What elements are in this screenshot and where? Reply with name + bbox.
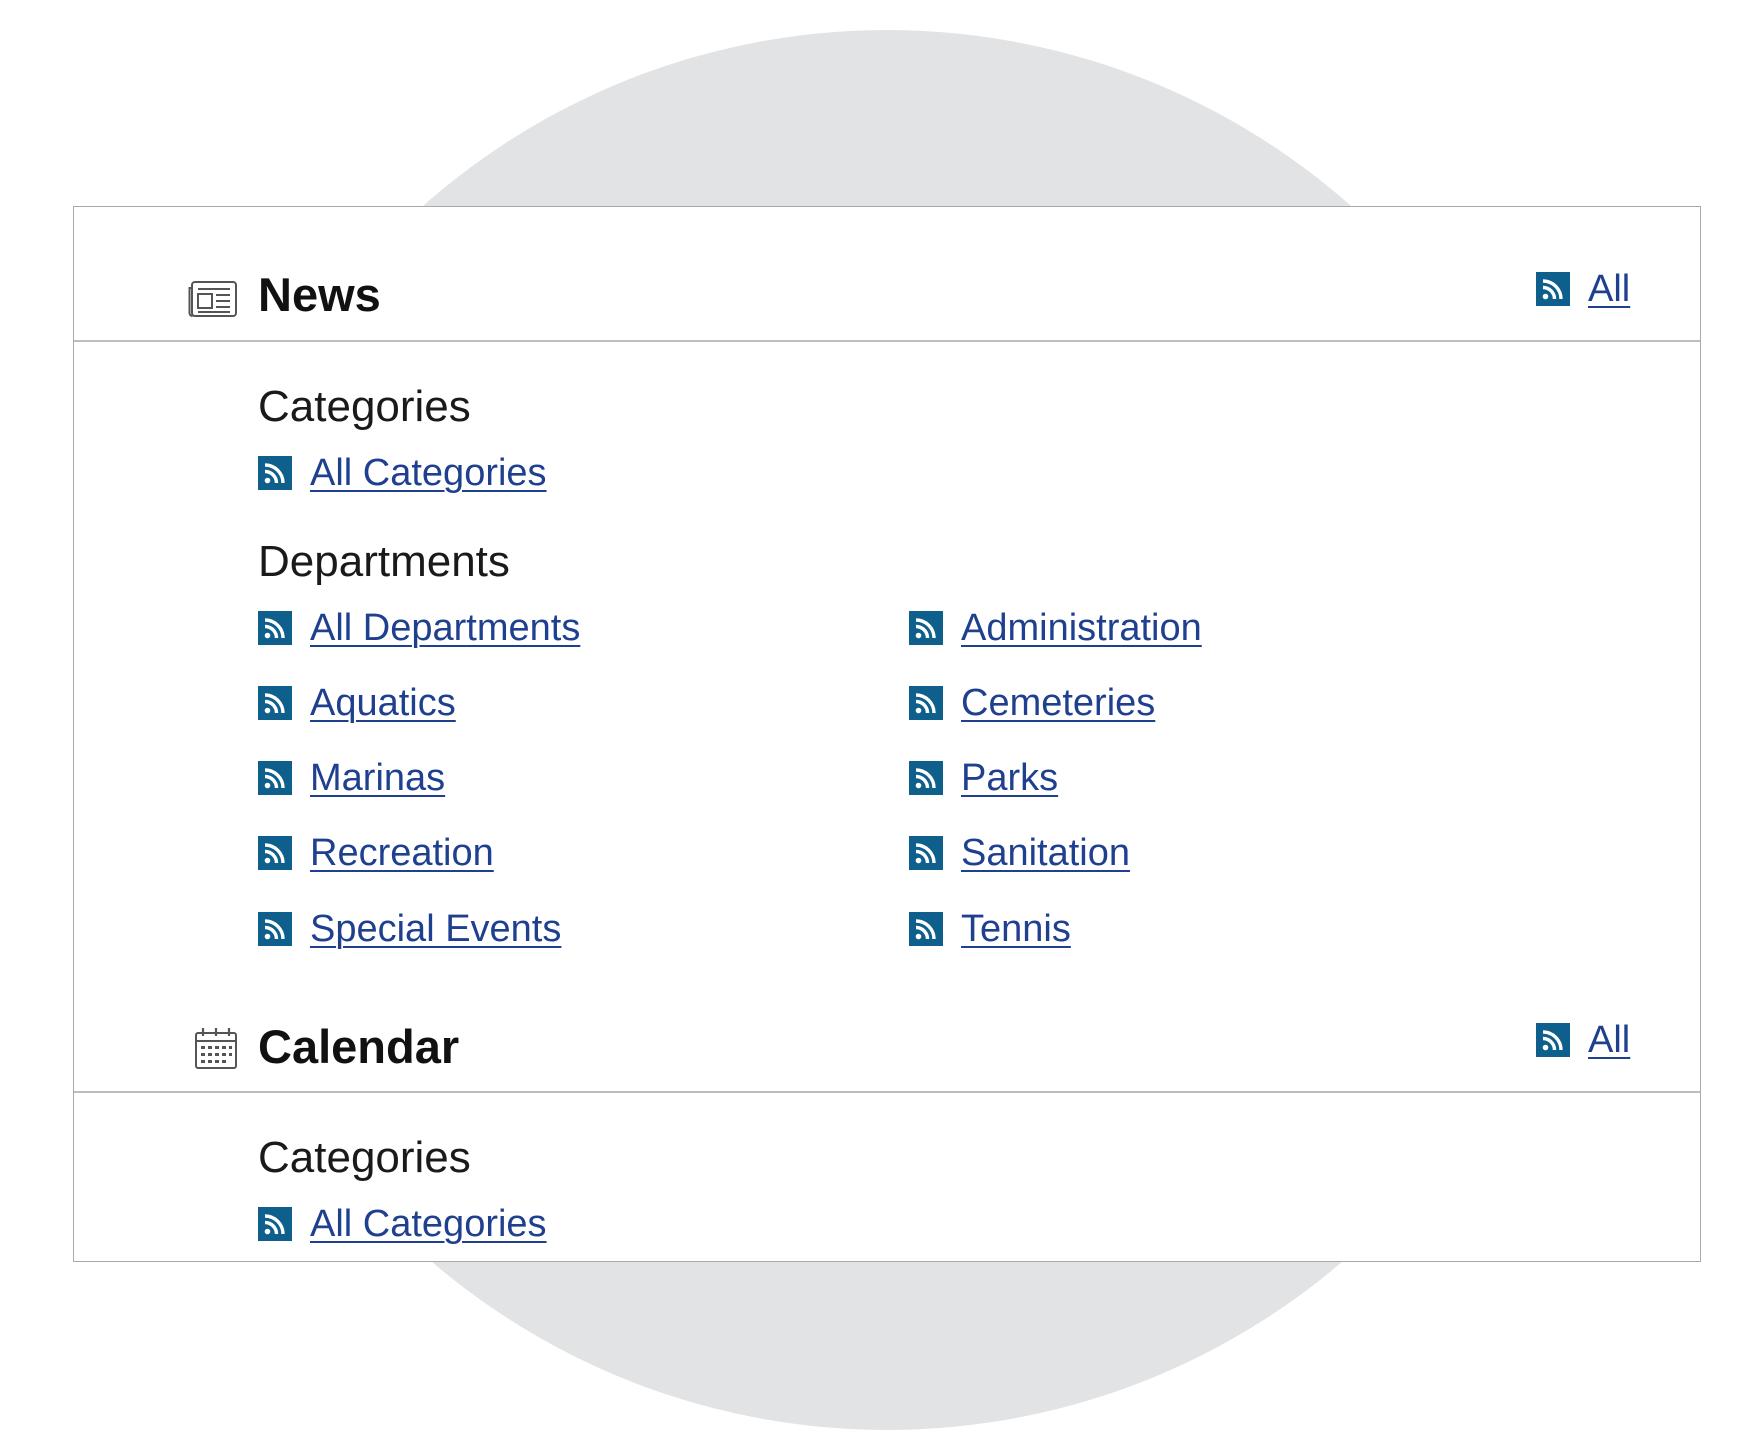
rss-icon — [909, 611, 943, 645]
rss-icon — [258, 686, 292, 720]
rss-icon — [258, 836, 292, 870]
feed-label[interactable]: Parks — [961, 759, 1058, 797]
feed-label[interactable]: Recreation — [310, 834, 494, 872]
news-departments-heading: Departments — [258, 537, 510, 586]
department-feed-link[interactable]: Special Events — [258, 910, 561, 948]
department-feed-link[interactable]: Recreation — [258, 834, 494, 872]
page: News All Categories All Categories Depar… — [0, 0, 1745, 1436]
feed-label[interactable]: Marinas — [310, 759, 445, 797]
feed-label[interactable]: Special Events — [310, 910, 561, 948]
calendar-header: Calendar All — [74, 957, 1700, 1093]
feed-label[interactable]: All Categories — [310, 1205, 547, 1243]
feed-label[interactable]: Aquatics — [310, 684, 456, 722]
feed-label[interactable]: All Categories — [310, 454, 547, 492]
rss-icon — [909, 761, 943, 795]
news-all-feed-link[interactable]: All — [1536, 270, 1630, 308]
feed-label[interactable]: Tennis — [961, 910, 1071, 948]
news-all-label[interactable]: All — [1588, 270, 1630, 308]
rss-icon — [258, 761, 292, 795]
feeds-card: News All Categories All Categories Depar… — [73, 206, 1701, 1262]
calendar-category-all-link[interactable]: All Categories — [258, 1205, 547, 1243]
rss-icon — [1536, 1023, 1570, 1057]
rss-icon — [909, 836, 943, 870]
feed-label[interactable]: Sanitation — [961, 834, 1130, 872]
calendar-categories-heading: Categories — [258, 1133, 471, 1182]
news-category-all-link[interactable]: All Categories — [258, 454, 547, 492]
calendar-title: Calendar — [258, 1020, 460, 1073]
feed-label[interactable]: Cemeteries — [961, 684, 1155, 722]
rss-icon — [909, 686, 943, 720]
calendar-all-feed-link[interactable]: All — [1536, 1021, 1630, 1059]
feed-label[interactable]: All Departments — [310, 609, 580, 647]
department-feed-link[interactable]: Administration — [909, 609, 1202, 647]
department-feed-link[interactable]: Cemeteries — [909, 684, 1155, 722]
department-feed-link[interactable]: Parks — [909, 759, 1058, 797]
rss-icon — [258, 1207, 292, 1241]
department-feed-link[interactable]: Tennis — [909, 910, 1071, 948]
department-feed-link[interactable]: Sanitation — [909, 834, 1130, 872]
rss-icon — [1536, 272, 1570, 306]
rss-icon — [258, 912, 292, 946]
calendar-all-label[interactable]: All — [1588, 1021, 1630, 1059]
rss-icon — [258, 456, 292, 490]
news-categories-heading: Categories — [258, 382, 471, 431]
department-feed-link[interactable]: All Departments — [258, 609, 580, 647]
feed-label[interactable]: Administration — [961, 609, 1202, 647]
news-title: News — [258, 268, 381, 321]
department-feed-link[interactable]: Aquatics — [258, 684, 456, 722]
calendar-icon — [195, 1028, 237, 1069]
newspaper-icon — [188, 281, 237, 317]
news-header: News All — [74, 207, 1700, 342]
rss-icon — [909, 912, 943, 946]
rss-icon — [258, 611, 292, 645]
department-feed-link[interactable]: Marinas — [258, 759, 445, 797]
